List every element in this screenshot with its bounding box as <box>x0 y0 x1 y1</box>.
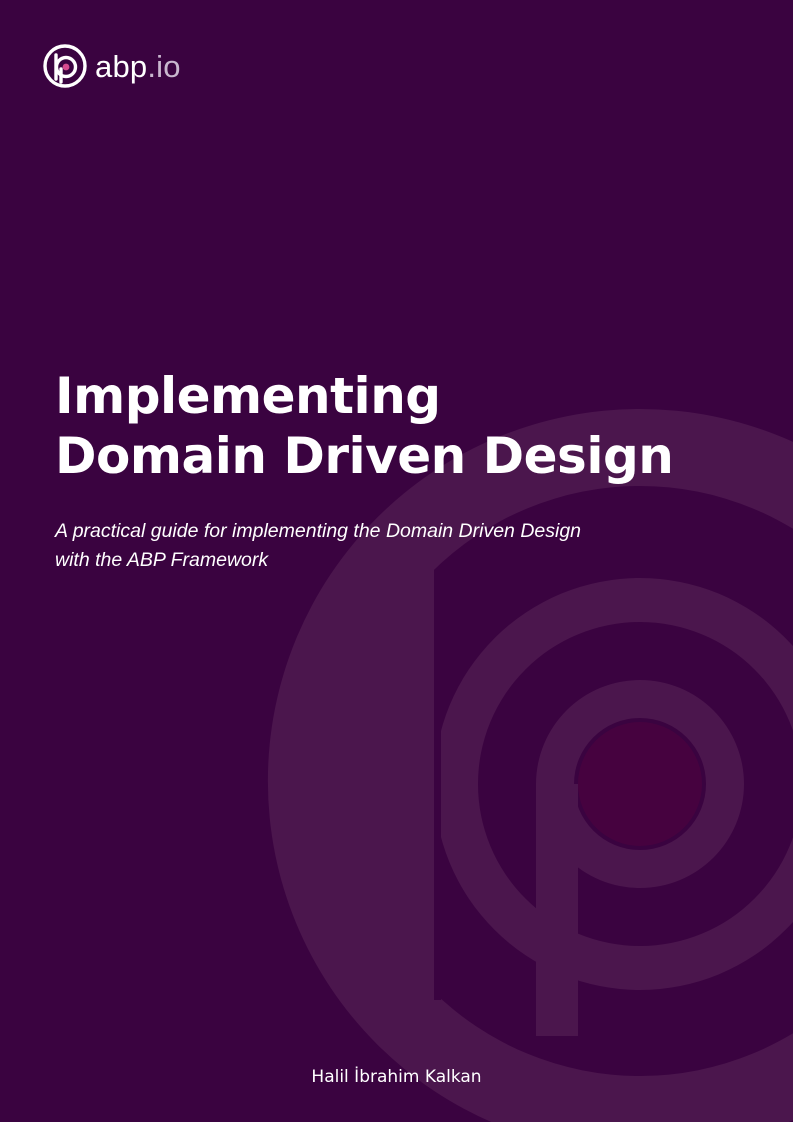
title-line-2: Domain Driven Design <box>55 427 674 485</box>
title-line-1: Implementing <box>55 367 441 425</box>
subtitle-line-2: with the ABP Framework <box>55 549 269 571</box>
brand-logo: abp.io <box>42 42 181 90</box>
brand-wordmark: abp.io <box>95 48 181 84</box>
book-subtitle: A practical guide for implementing the D… <box>55 517 705 575</box>
watermark-dot <box>578 722 702 846</box>
cover-page: abp.io Implementing Domain Driven Design… <box>0 0 793 1122</box>
abp-logo-icon <box>43 44 87 88</box>
book-title: Implementing Domain Driven Design <box>55 366 755 486</box>
subtitle-line-1: A practical guide for implementing the D… <box>55 520 582 542</box>
author-name: Halil İbrahim Kalkan <box>311 1067 482 1087</box>
